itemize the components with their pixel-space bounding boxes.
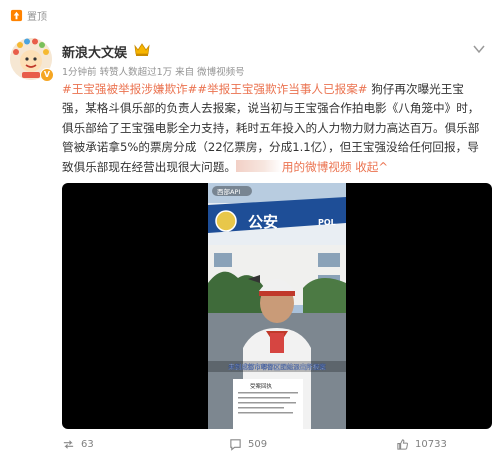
collapse-arrow-icon[interactable]: ^ [378,160,388,174]
repost-count: 63 [81,439,94,450]
post-meta: 1分钟前 转赞人数超过1万 来自 微博视频号 [62,67,245,78]
video-player[interactable]: 公安 POL 西部API 受案回执 来到成都市郫都区团结派出所报案 [62,183,492,429]
pol-sign-text: POL [318,218,336,227]
weibo-video-link[interactable]: 用的微博视频 [282,160,352,174]
hashtag-fraud-report[interactable]: #王宝强被举报涉嫌欺诈# [62,82,197,96]
video-frame: 公安 POL 西部API 受案回执 来到成都市郫都区团结派出所报案 [208,183,346,429]
pin-label: 置顶 [27,11,47,23]
repost-button[interactable]: 63 [62,438,94,451]
pin-icon [10,9,23,21]
document-heading: 受案回执 [250,382,273,390]
like-count: 10733 [415,439,447,450]
comment-count: 509 [248,439,268,450]
redacted-region [235,159,282,172]
hashtag-police-report[interactable]: #举报王宝强欺诈当事人已报案# [197,82,367,96]
author-name[interactable]: 新浪大文娱 [62,42,127,61]
post-text: #王宝强被举报涉嫌欺诈##举报王宝强欺诈当事人已报案# 狗仔再次曝光王宝强，某格… [62,80,486,177]
comment-icon [230,439,241,451]
chevron-down-icon[interactable] [473,44,485,54]
repost-icon [63,440,74,449]
collapse-link[interactable]: 收起 [355,160,378,174]
video-caption: 来到成都市郫都区团结派出所报案 [228,362,326,371]
comment-button[interactable]: 509 [229,438,267,451]
verified-badge: V [40,68,54,82]
video-source-tag: 西部API [217,187,240,196]
action-bar: 63 509 10733 [62,438,492,458]
pin-bar: 置顶 [10,8,47,23]
video-scene: 公安 POL 西部API 受案回执 来到成都市郫都区团结派出所报案 [208,183,346,429]
post-header: V 新浪大文娱 1分钟前 转赞人数超过1万 来自 微博视频号 [10,38,489,82]
police-sign-text: 公安 [248,213,278,231]
like-button[interactable]: 10733 [396,438,447,451]
crown-badge-icon [134,43,150,56]
thumbs-up-icon [397,439,408,450]
